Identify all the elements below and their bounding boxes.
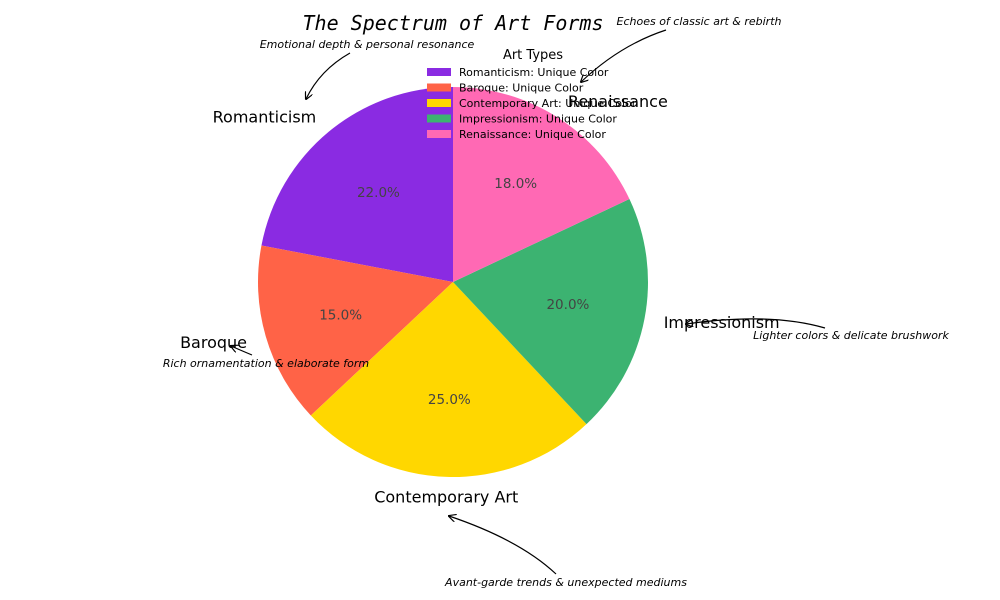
- pct-label-baroque: 15.0%: [319, 308, 362, 324]
- annotation-contemporary-art: Avant-garde trends & unexpected mediums: [444, 576, 687, 589]
- pie-chart: The Spectrum of Art Forms 22.0% 15.0% 25.0…: [163, 11, 950, 589]
- legend-swatch-contemporary-art: [427, 99, 451, 107]
- legend-entry-contemporary-art: Contemporary Art: Unique Color: [459, 97, 637, 110]
- legend-swatch-baroque: [427, 83, 451, 92]
- pct-label-impressionism: 20.0%: [546, 297, 589, 313]
- slice-label-contemporary-art: Contemporary Art: [374, 487, 518, 506]
- pie-slices: [258, 87, 648, 477]
- legend-entry-impressionism: Impressionism: Unique Color: [459, 113, 617, 126]
- legend-entry-baroque: Baroque: Unique Color: [459, 82, 584, 95]
- pct-label-romanticism: 22.0%: [357, 185, 400, 201]
- chart-title: The Spectrum of Art Forms: [302, 11, 603, 35]
- annotation-romanticism: Emotional depth & personal resonance: [260, 38, 475, 51]
- pct-label-renaissance: 18.0%: [494, 176, 537, 192]
- pct-label-contemporary-art: 25.0%: [428, 392, 471, 408]
- annotation-renaissance: Echoes of classic art & rebirth: [617, 15, 782, 28]
- annotation-arrow-romanticism: [306, 52, 351, 99]
- annotation-arrow-contemporary-art: [449, 516, 557, 575]
- slice-label-romanticism: Romanticism: [213, 108, 317, 127]
- legend-swatch-romanticism: [427, 68, 451, 76]
- legend-title: Art Types: [503, 48, 563, 63]
- legend-swatch-renaissance: [427, 130, 451, 138]
- legend-entry-renaissance: Renaissance: Unique Color: [459, 128, 606, 141]
- annotation-baroque: Rich ornamentation & elaborate form: [163, 357, 369, 370]
- legend-swatch-impressionism: [427, 114, 451, 123]
- legend-entry-romanticism: Romanticism: Unique Color: [459, 66, 609, 79]
- annotation-impressionism: Lighter colors & delicate brushwork: [753, 329, 949, 342]
